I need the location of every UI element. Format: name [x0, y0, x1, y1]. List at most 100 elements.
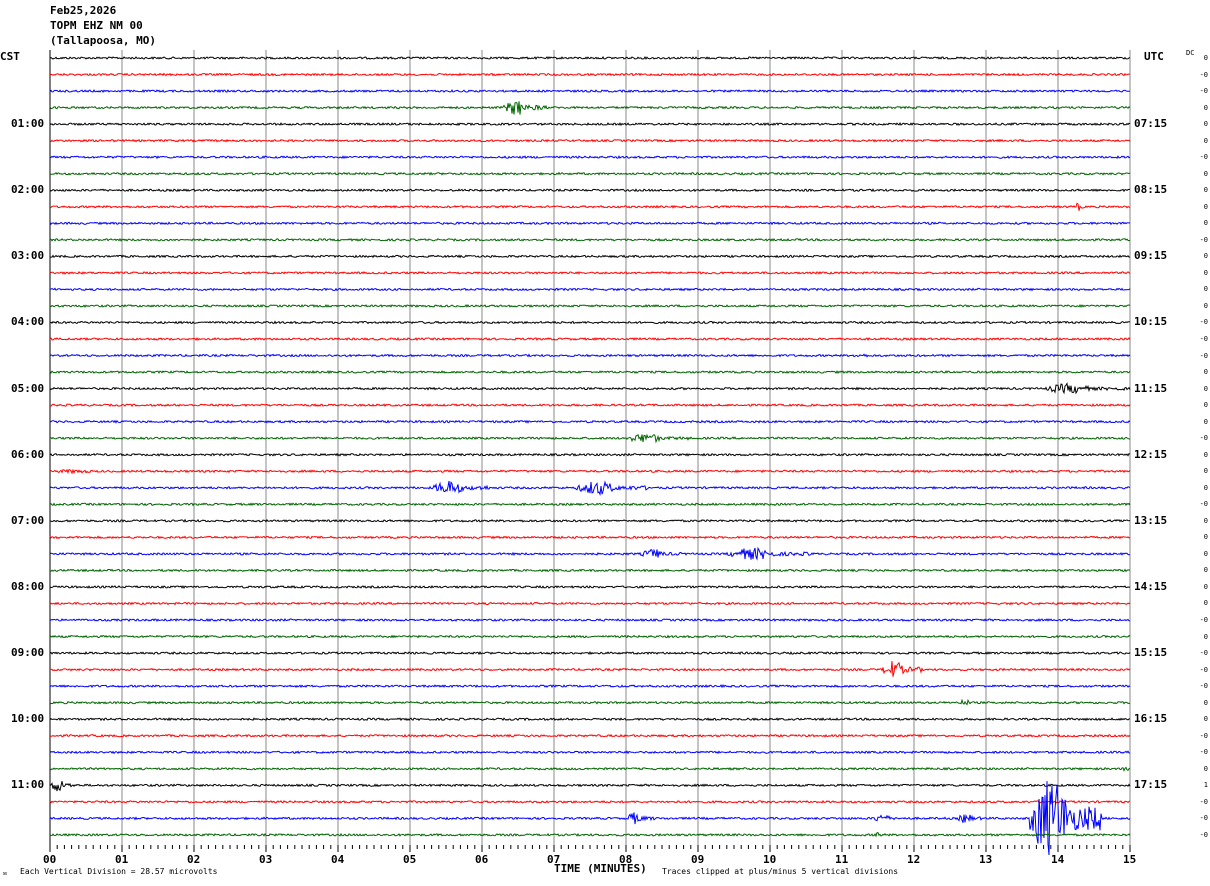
cst-hour-label: 09:00: [11, 646, 45, 660]
trace-line: [49, 287, 1131, 292]
dc-value: 0: [1203, 202, 1208, 211]
dc-value: 0: [1203, 549, 1208, 558]
trace-line: [49, 320, 1131, 325]
clip-note: Traces clipped at plus/minus 5 vertical …: [662, 867, 899, 876]
scale-note: Each Vertical Division = 28.57 microvolt…: [20, 867, 218, 876]
trace-line: [49, 337, 1131, 342]
dc-value: -0: [1199, 153, 1208, 162]
trace-line: [49, 766, 1131, 772]
trace-line: [49, 518, 1131, 523]
x-tick-label: 15: [1123, 853, 1137, 866]
dc-value: 0: [1203, 516, 1208, 525]
dc-value: -0: [1199, 649, 1208, 658]
dc-value: -0: [1199, 731, 1208, 740]
dc-value: 0: [1203, 566, 1208, 575]
x-tick-label: 14: [1051, 853, 1065, 866]
trace-line: [49, 546, 1130, 561]
dc-value: 0: [1203, 467, 1208, 476]
dc-value: -0: [1199, 814, 1208, 823]
x-tick-label: 00: [43, 853, 57, 866]
cst-hour-label: 02:00: [11, 183, 45, 197]
dc-value: 0: [1203, 698, 1208, 707]
cst-hour-label: 10:00: [11, 712, 45, 726]
dc-value: -0: [1199, 682, 1208, 691]
trace-line: [49, 155, 1131, 160]
dc-value: 0: [1203, 252, 1208, 261]
dc-value: 0: [1203, 599, 1208, 608]
trace-line: [49, 171, 1131, 176]
trace-line: [49, 271, 1131, 275]
trace-line: [49, 452, 1131, 457]
dc-value: 0: [1203, 533, 1208, 542]
trace-line: [49, 138, 1131, 143]
dc-value: 0: [1203, 219, 1208, 228]
dc-value: -0: [1199, 616, 1208, 625]
trace-line: [49, 584, 1131, 590]
corner-mark: ᴍ: [3, 870, 7, 877]
trace-line: [49, 370, 1131, 375]
trace-line: [49, 101, 1131, 115]
utc-hour-label: 17:15: [1134, 778, 1168, 792]
dc-value: -0: [1199, 70, 1208, 79]
trace-line: [49, 601, 1131, 606]
trace-line: [49, 535, 1131, 540]
cst-hour-label: 05:00: [11, 381, 45, 395]
trace-line: [49, 832, 1131, 838]
cst-hour-label: 07:00: [11, 513, 45, 527]
dc-value: -0: [1199, 235, 1208, 244]
dc-value: 0: [1203, 582, 1208, 591]
trace-line: [49, 419, 1131, 424]
trace-line: [49, 634, 1131, 639]
trace-line: [49, 618, 1131, 623]
trace-line: [49, 221, 1131, 226]
helicorder-chart: Feb25,2026 TOPM EHZ NM 00 (Tallapoosa, M…: [0, 0, 1210, 886]
utc-hour-label: 12:15: [1134, 447, 1168, 461]
x-tick-label: 01: [115, 853, 129, 866]
dc-value: 0: [1203, 450, 1208, 459]
trace-line: [49, 781, 1131, 856]
cst-hour-label: 03:00: [11, 249, 45, 263]
dc-value: 0: [1203, 120, 1208, 129]
dc-value: -0: [1199, 830, 1208, 839]
dc-value: 0: [1203, 285, 1208, 294]
x-tick-label: 06: [475, 853, 489, 866]
utc-hour-label: 13:15: [1134, 513, 1168, 527]
dc-value: 0: [1203, 764, 1208, 773]
x-tick-label: 05: [403, 853, 417, 866]
utc-hour-label: 14:15: [1134, 579, 1168, 593]
trace-line: [49, 433, 1131, 444]
trace-line: [49, 468, 1131, 475]
utc-hour-label: 15:15: [1134, 646, 1168, 660]
trace-line: [49, 502, 1131, 507]
trace-line: [49, 353, 1131, 358]
dc-value: 0: [1203, 715, 1208, 724]
trace-line: [49, 568, 1130, 573]
dc-value: 0: [1203, 136, 1208, 145]
dc-value: -0: [1199, 335, 1208, 343]
trace-line: [49, 55, 1131, 60]
utc-hour-label: 09:15: [1134, 249, 1168, 263]
trace-line: [49, 89, 1131, 94]
trace-line: [49, 188, 1130, 193]
dc-value: 1: [1203, 781, 1208, 790]
dc-value: 0: [1203, 368, 1208, 377]
x-tick-label: 11: [835, 853, 849, 866]
x-axis-title: TIME (MINUTES): [554, 862, 647, 875]
dc-value: -0: [1199, 87, 1208, 96]
trace-line: [49, 303, 1131, 308]
cst-hour-label: 04:00: [11, 315, 45, 329]
utc-hour-label: 10:15: [1134, 315, 1168, 329]
dc-value: -0: [1199, 797, 1208, 806]
trace-line: [49, 750, 1131, 755]
utc-hour-label: 11:15: [1134, 381, 1168, 395]
dc-value: -0: [1199, 351, 1208, 360]
x-tick-label: 02: [187, 853, 201, 866]
cst-hour-label: 08:00: [11, 579, 45, 593]
trace-line: [49, 684, 1131, 689]
cst-hour-label: 11:00: [11, 778, 45, 792]
dc-value: 0: [1203, 54, 1208, 62]
trace-line: [49, 733, 1131, 738]
trace-line: [49, 72, 1131, 77]
dc-value: 0: [1203, 401, 1208, 410]
trace-line: [49, 799, 1131, 804]
